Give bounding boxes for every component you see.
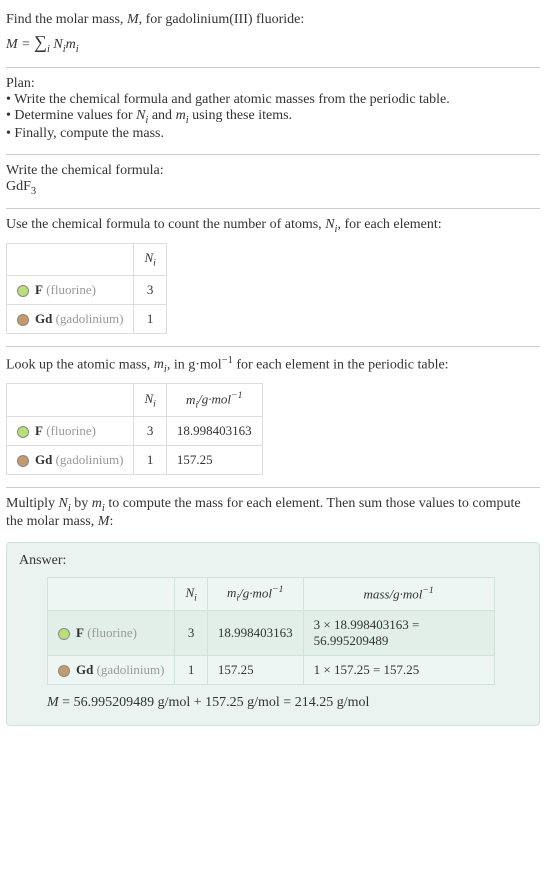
element-symbol: Gd — [35, 311, 52, 326]
table-row: Gd (gadolinium) 1 157.25 — [7, 446, 263, 475]
element-name: (gadolinium) — [97, 662, 165, 677]
mass-cell: 3 × 18.998403163 = 56.995209489 — [303, 610, 494, 655]
element-dot-icon — [17, 314, 29, 326]
plan-bullet-3: • Finally, compute the mass. — [6, 126, 540, 142]
plan-heading: Plan: — [6, 76, 540, 92]
formula-sub: 3 — [31, 185, 36, 196]
element-dot-icon — [17, 285, 29, 297]
element-cell: Gd (gadolinium) — [48, 655, 175, 684]
table-row: Gd (gadolinium) 1 — [7, 304, 167, 333]
element-dot-icon — [17, 426, 29, 438]
element-cell: Gd (gadolinium) — [7, 446, 134, 475]
intro-formula: M = ∑i Nimi — [6, 32, 540, 55]
element-dot-icon — [58, 665, 70, 677]
element-symbol: F — [76, 625, 84, 640]
n-cell: 3 — [134, 275, 166, 304]
element-cell: F (fluorine) — [48, 610, 175, 655]
n-header: Ni — [175, 577, 207, 610]
element-cell: F (fluorine) — [7, 417, 134, 446]
intro-text: Find the molar mass, M, for gadolinium(I… — [6, 12, 540, 28]
n-header: Ni — [134, 244, 166, 276]
m-cell: 157.25 — [207, 655, 303, 684]
table-row: Gd (gadolinium) 1 157.25 1 × 157.25 = 15… — [48, 655, 495, 684]
element-name: (fluorine) — [87, 625, 137, 640]
table-header-row: Ni — [7, 244, 167, 276]
count-section: Use the chemical formula to count the nu… — [6, 209, 540, 346]
mass-header: mass/g·mol−1 — [303, 577, 494, 610]
table-header-row: Ni mi/g·mol−1 — [7, 384, 263, 417]
element-name: (gadolinium) — [56, 311, 124, 326]
n-cell: 1 — [134, 304, 166, 333]
element-name: (fluorine) — [46, 423, 96, 438]
empty-header — [7, 244, 134, 276]
plan-bullet-2: • Determine values for Ni and mi using t… — [6, 108, 540, 126]
n-header: Ni — [134, 384, 166, 417]
m-cell: 18.998403163 — [207, 610, 303, 655]
m-header: mi/g·mol−1 — [166, 384, 262, 417]
mass-table: Ni mi/g·mol−1 F (fluorine) 3 18.99840316… — [6, 383, 263, 475]
empty-header — [7, 384, 134, 417]
formula-section: Write the chemical formula: GdF3 — [6, 155, 540, 210]
answer-box: Answer: Ni mi/g·mol−1 mass/g·mol−1 F (fl… — [6, 542, 540, 726]
n-cell: 1 — [134, 446, 166, 475]
chemical-formula: GdF3 — [6, 179, 540, 197]
multiply-heading: Multiply Ni by mi to compute the mass fo… — [6, 496, 540, 530]
element-symbol: F — [35, 282, 43, 297]
mass-cell: 1 × 157.25 = 157.25 — [303, 655, 494, 684]
table-row: F (fluorine) 3 18.998403163 3 × 18.99840… — [48, 610, 495, 655]
count-heading: Use the chemical formula to count the nu… — [6, 217, 540, 235]
multiply-section: Multiply Ni by mi to compute the mass fo… — [6, 488, 540, 536]
m-cell: 18.998403163 — [166, 417, 262, 446]
element-cell: F (fluorine) — [7, 275, 134, 304]
answer-result: M = 56.995209489 g/mol + 157.25 g/mol = … — [47, 695, 527, 711]
answer-table: Ni mi/g·mol−1 mass/g·mol−1 F (fluorine) … — [47, 577, 495, 685]
plan-bullet-1: • Write the chemical formula and gather … — [6, 92, 540, 108]
formula-base: GdF — [6, 179, 31, 194]
m-cell: 157.25 — [166, 446, 262, 475]
element-symbol: Gd — [76, 662, 93, 677]
element-dot-icon — [17, 455, 29, 467]
formula-heading: Write the chemical formula: — [6, 163, 540, 179]
n-cell: 1 — [175, 655, 207, 684]
empty-header — [48, 577, 175, 610]
plan-section: Plan: • Write the chemical formula and g… — [6, 68, 540, 155]
element-cell: Gd (gadolinium) — [7, 304, 134, 333]
n-cell: 3 — [134, 417, 166, 446]
element-name: (fluorine) — [46, 282, 96, 297]
table-header-row: Ni mi/g·mol−1 mass/g·mol−1 — [48, 577, 495, 610]
mass-section: Look up the atomic mass, mi, in g·mol−1 … — [6, 347, 540, 488]
element-symbol: Gd — [35, 452, 52, 467]
n-cell: 3 — [175, 610, 207, 655]
element-name: (gadolinium) — [56, 452, 124, 467]
m-header: mi/g·mol−1 — [207, 577, 303, 610]
element-symbol: F — [35, 423, 43, 438]
mass-heading: Look up the atomic mass, mi, in g·mol−1 … — [6, 355, 540, 375]
intro-section: Find the molar mass, M, for gadolinium(I… — [6, 4, 540, 68]
table-row: F (fluorine) 3 — [7, 275, 167, 304]
count-table: Ni F (fluorine) 3 Gd (gadolinium) 1 — [6, 243, 167, 334]
element-dot-icon — [58, 628, 70, 640]
table-row: F (fluorine) 3 18.998403163 — [7, 417, 263, 446]
answer-label: Answer: — [19, 553, 527, 569]
